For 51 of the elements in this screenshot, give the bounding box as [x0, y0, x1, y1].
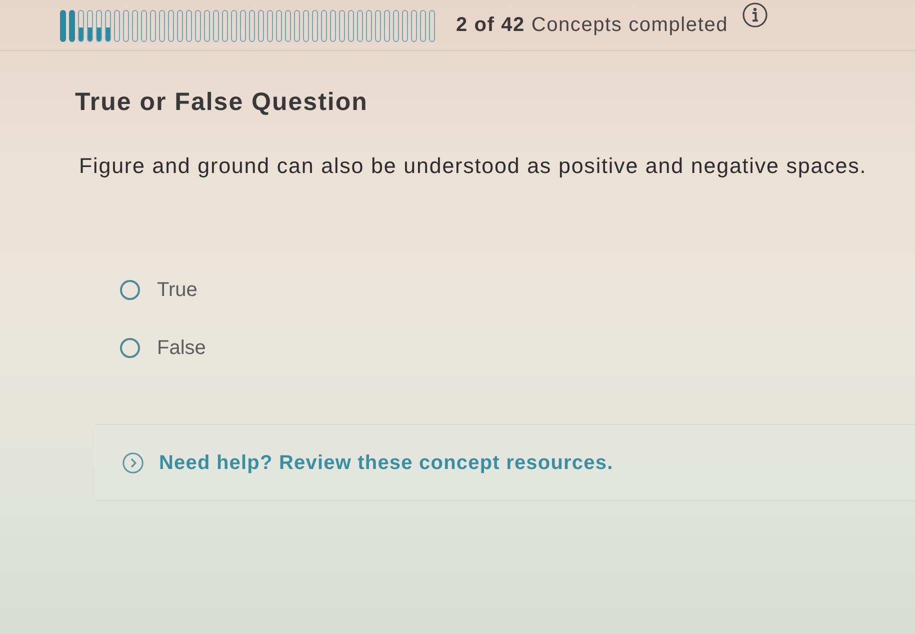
empty-segment	[267, 10, 273, 42]
progress-status: 2 of 42 Concepts completed	[456, 13, 728, 38]
empty-segment	[132, 10, 138, 42]
empty-segment	[303, 10, 309, 42]
empty-segment	[348, 10, 354, 42]
empty-segment	[231, 10, 237, 42]
empty-segment	[177, 10, 183, 42]
empty-segment	[294, 10, 300, 42]
empty-segment	[375, 10, 381, 42]
empty-segment	[159, 10, 165, 42]
empty-segment	[195, 10, 201, 42]
radio-button[interactable]	[120, 338, 140, 358]
empty-segment	[393, 10, 399, 42]
empty-segment	[366, 10, 372, 42]
empty-segment	[213, 10, 219, 42]
info-icon	[742, 2, 768, 28]
empty-segment	[168, 10, 174, 42]
empty-segment	[114, 10, 120, 42]
empty-segment	[330, 10, 336, 42]
empty-segment	[123, 10, 129, 42]
empty-segment	[312, 10, 318, 42]
empty-segment	[240, 10, 246, 42]
empty-segment	[285, 10, 291, 42]
option-label: True	[157, 278, 198, 302]
empty-segment	[150, 10, 156, 42]
empty-segment	[420, 10, 426, 42]
empty-segment	[411, 10, 417, 42]
half-filled-segment	[78, 10, 84, 42]
question-prompt: Figure and ground can also be understood as positive and negative spaces.	[79, 153, 867, 180]
empty-segment	[402, 10, 408, 42]
half-filled-segment	[105, 10, 111, 42]
empty-segment	[429, 10, 435, 42]
empty-segment	[204, 10, 210, 42]
half-filled-segment	[96, 10, 102, 42]
empty-segment	[321, 10, 327, 42]
empty-segment	[249, 10, 255, 42]
radio-button[interactable]	[120, 280, 140, 300]
empty-segment	[222, 10, 228, 42]
help-link[interactable]: Need help? Review these concept resources.	[158, 450, 614, 476]
question-type-heading: True or False Question	[75, 88, 368, 117]
empty-segment	[357, 10, 363, 42]
empty-segment	[276, 10, 282, 42]
empty-segment	[384, 10, 390, 42]
empty-segment	[186, 10, 192, 42]
empty-segment	[141, 10, 147, 42]
option-label: False	[157, 336, 206, 360]
half-filled-segment	[87, 10, 93, 42]
empty-segment	[339, 10, 345, 42]
empty-segment	[258, 10, 264, 42]
completed-segment	[60, 10, 66, 42]
completed-segment	[69, 10, 75, 42]
